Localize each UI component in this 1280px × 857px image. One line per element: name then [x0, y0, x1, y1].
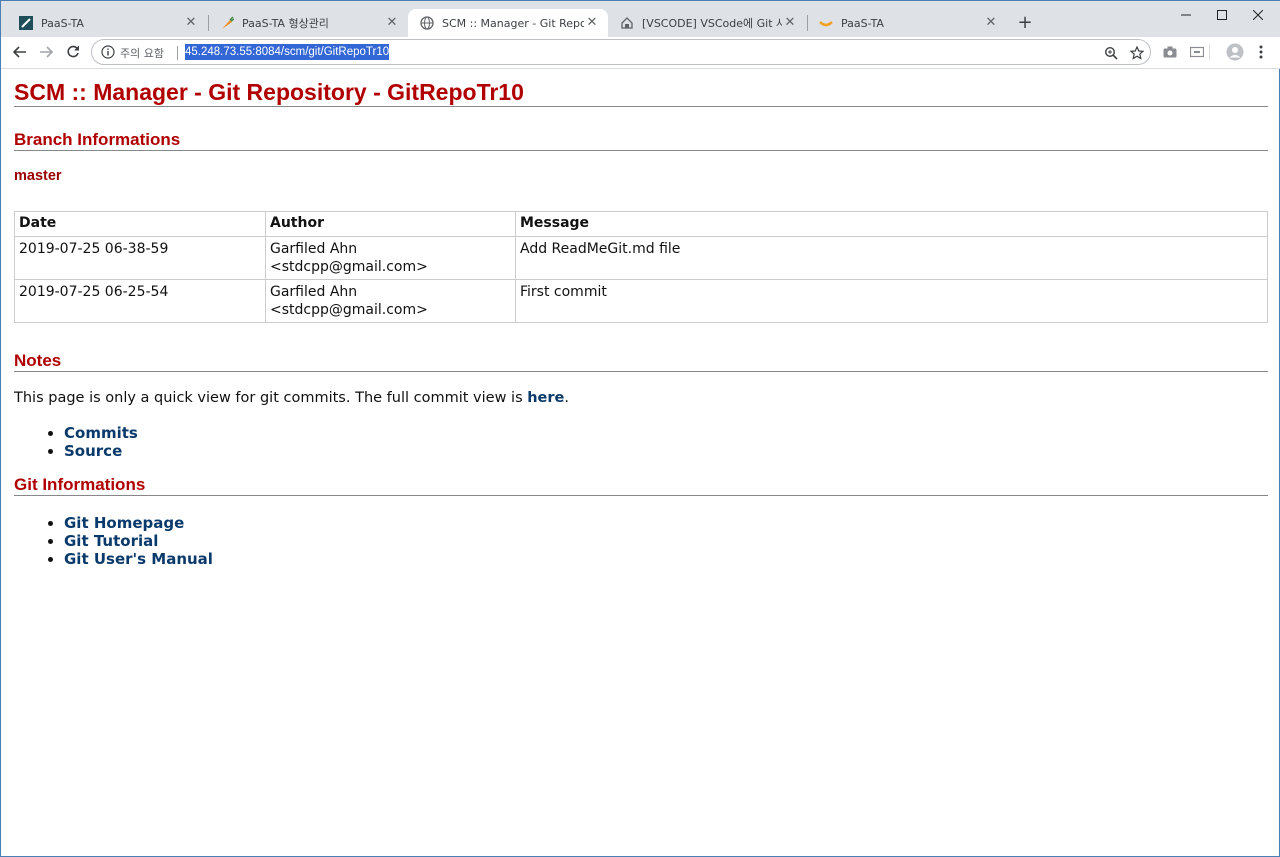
- tab-title: PaaS-TA: [841, 16, 884, 30]
- page-title: SCM :: Manager - Git Repository - GitRep…: [14, 79, 524, 105]
- author-name: Garfiled Ahn: [270, 284, 358, 300]
- section-divider: [14, 371, 1268, 372]
- close-icon[interactable]: ✕: [183, 15, 199, 31]
- git-informations-heading: Git Informations: [14, 475, 146, 494]
- avatar-icon: [1226, 43, 1244, 61]
- list-item: Git Homepage: [64, 514, 213, 532]
- menu-button[interactable]: [1250, 41, 1272, 63]
- column-header-message: Message: [515, 211, 1268, 237]
- git-users-manual-link[interactable]: Git User's Manual: [64, 550, 213, 568]
- tab-title: [VSCODE] VSCode에 Git 사용하: [642, 17, 782, 30]
- branch-name: master: [14, 168, 62, 184]
- tab-title: PaaS-TA: [41, 16, 84, 30]
- zoom-button[interactable]: [1102, 44, 1120, 62]
- screenshot-extension-button[interactable]: [1159, 41, 1181, 63]
- notes-paragraph: This page is only a quick view for git c…: [14, 390, 569, 406]
- reload-button[interactable]: [62, 41, 84, 63]
- tab-vscode-git[interactable]: [VSCODE] VSCode에 Git 사용하 ✕: [608, 9, 806, 37]
- bookmark-button[interactable]: [1128, 44, 1146, 62]
- author-name: Garfiled Ahn: [270, 241, 358, 257]
- back-button[interactable]: [9, 41, 31, 63]
- forward-arrow-icon: [40, 46, 53, 58]
- kebab-menu-icon: [1259, 45, 1263, 59]
- notes-heading: Notes: [14, 351, 62, 370]
- commit-author: Garfiled Ahn <stdcpp@gmail.com>: [265, 279, 516, 323]
- url-text[interactable]: 45.248.73.55:8084/scm/git/GitRepoTr10: [185, 44, 390, 60]
- table-row: 2019-07-25 06-25-54 Garfiled Ahn <stdcpp@…: [14, 279, 1268, 323]
- address-bar[interactable]: 주의 요함 45.248.73.55:8084/scm/git/GitRepoT…: [91, 39, 1151, 65]
- omnibox-divider: [177, 46, 178, 60]
- close-icon[interactable]: ✕: [983, 15, 999, 31]
- notes-link-list: Commits Source: [14, 424, 138, 460]
- reload-icon: [67, 45, 79, 58]
- commit-author: Garfiled Ahn <stdcpp@gmail.com>: [265, 236, 516, 280]
- section-divider: [14, 495, 1268, 496]
- info-icon[interactable]: [101, 45, 115, 59]
- back-arrow-icon: [13, 46, 26, 58]
- tab-paas-ta-config[interactable]: PaaS-TA 형상관리 ✕: [208, 9, 408, 37]
- forward-button[interactable]: [35, 41, 57, 63]
- tab-title: SCM :: Manager - Git Repositor: [442, 16, 584, 30]
- list-item: Git User's Manual: [64, 550, 213, 568]
- notes-text: This page is only a quick view for git c…: [14, 390, 523, 406]
- tab-paas-ta-2[interactable]: PaaS-TA ✕: [807, 9, 1007, 37]
- title-divider: [14, 106, 1268, 107]
- author-email: <stdcpp@gmail.com>: [270, 259, 428, 275]
- full-commit-view-link[interactable]: here: [527, 390, 564, 406]
- cast-extension-button[interactable]: [1186, 41, 1208, 63]
- paas-ta-favicon-icon: [19, 16, 33, 30]
- zoom-icon: [1104, 46, 1118, 60]
- notes-period: .: [564, 390, 569, 406]
- section-divider: [14, 150, 1268, 151]
- paas-ta-logo-icon: [819, 16, 833, 30]
- tab-paas-ta-1[interactable]: PaaS-TA ✕: [7, 9, 207, 37]
- column-header-date: Date: [14, 211, 266, 237]
- media-icon: [1190, 46, 1204, 58]
- commit-message: Add ReadMeGit.md file: [515, 236, 1268, 280]
- profile-button[interactable]: [1224, 41, 1246, 63]
- git-link-list: Git Homepage Git Tutorial Git User's Man…: [14, 514, 213, 568]
- window-close-button[interactable]: [1235, 1, 1280, 29]
- new-tab-button[interactable]: +: [1013, 11, 1037, 35]
- close-icon[interactable]: ✕: [584, 15, 600, 31]
- minimize-icon: [1181, 14, 1191, 16]
- column-header-author: Author: [265, 211, 516, 237]
- star-icon: [1130, 46, 1144, 60]
- camera-icon: [1163, 46, 1177, 58]
- close-icon: [1253, 10, 1263, 20]
- branch-informations-heading: Branch Informations: [14, 130, 181, 149]
- globe-icon: [420, 16, 434, 30]
- source-link[interactable]: Source: [64, 442, 122, 460]
- git-homepage-link[interactable]: Git Homepage: [64, 514, 184, 532]
- close-icon[interactable]: ✕: [384, 15, 400, 31]
- browser-window: PaaS-TA ✕ PaaS-TA 형상관리 ✕ SCM :: Manager …: [0, 0, 1280, 857]
- list-item: Source: [64, 442, 138, 460]
- tab-title: PaaS-TA 형상관리: [242, 17, 329, 30]
- commits-link[interactable]: Commits: [64, 424, 138, 442]
- tab-scm-manager[interactable]: SCM :: Manager - Git Repositor ✕: [408, 9, 608, 37]
- git-tutorial-link[interactable]: Git Tutorial: [64, 532, 158, 550]
- maximize-icon: [1217, 10, 1227, 20]
- commit-date: 2019-07-25 06-38-59: [14, 236, 266, 280]
- commit-date: 2019-07-25 06-25-54: [14, 279, 266, 323]
- security-warning-label[interactable]: 주의 요함: [120, 45, 164, 61]
- toolbar-divider: [1208, 41, 1210, 63]
- table-row: 2019-07-25 06-38-59 Garfiled Ahn <stdcpp@…: [14, 236, 1268, 280]
- commits-table: Date Author Message 2019-07-25 06-38-59 …: [14, 211, 1268, 323]
- table-header-row: Date Author Message: [14, 211, 1268, 237]
- author-email: <stdcpp@gmail.com>: [270, 302, 428, 318]
- carrot-favicon-icon: [220, 16, 234, 30]
- house-favicon-icon: [620, 16, 634, 30]
- list-item: Git Tutorial: [64, 532, 213, 550]
- commit-message: First commit: [515, 279, 1268, 323]
- tab-strip: PaaS-TA ✕ PaaS-TA 형상관리 ✕ SCM :: Manager …: [1, 1, 1280, 37]
- list-item: Commits: [64, 424, 138, 442]
- close-icon[interactable]: ✕: [782, 15, 798, 31]
- browser-toolbar: 주의 요함 45.248.73.55:8084/scm/git/GitRepoT…: [1, 37, 1280, 69]
